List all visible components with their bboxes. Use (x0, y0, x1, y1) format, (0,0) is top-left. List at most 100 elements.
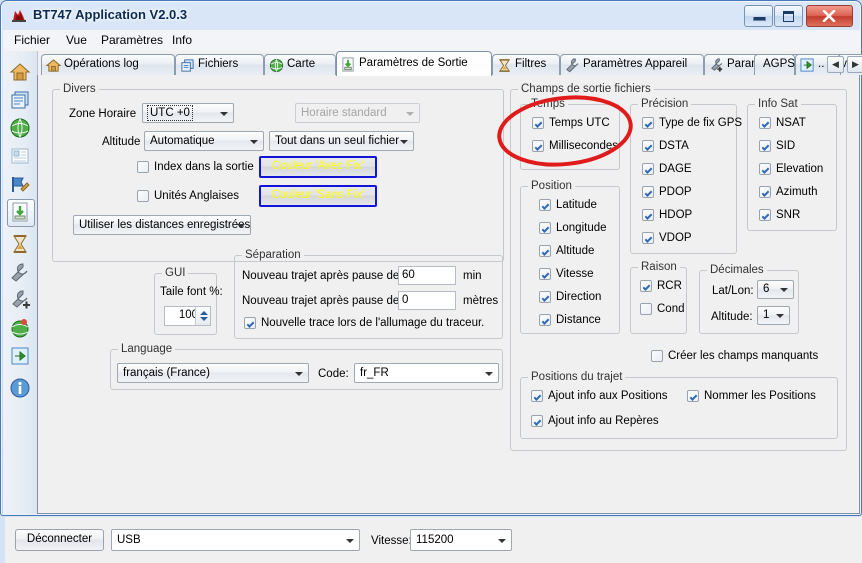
group-champs-title: Champs de sortie fichiers (518, 83, 654, 95)
speed-combo[interactable]: 115200 (410, 529, 512, 551)
checkbox-box (687, 390, 699, 402)
checkbox-label: Ajout info au Repères (548, 415, 659, 427)
font-size-spinner[interactable]: 100 (164, 306, 211, 326)
horaire-standard-combo: Horaire standard (295, 103, 420, 123)
rail-wrench-plus-icon[interactable] (9, 289, 31, 311)
chevron-down-icon (498, 539, 506, 543)
checkbox-box (539, 268, 551, 280)
disconnect-button[interactable]: Déconnecter (15, 529, 104, 551)
chevron-left-icon: ◀ (832, 59, 839, 69)
menu-vue[interactable]: Vue (61, 33, 92, 48)
rail-hourglass-icon[interactable] (9, 233, 31, 255)
maximize-button[interactable] (774, 5, 803, 27)
tab-agps[interactable]: AGPS (754, 54, 795, 75)
checkbox-label: Distance (556, 314, 601, 326)
spinner-buttons[interactable] (195, 307, 210, 325)
checkbox-box (759, 209, 771, 221)
menu-fichier[interactable]: Fichier (9, 33, 55, 48)
tab-label: Paramètres Appareil (583, 58, 688, 70)
rail-export-arrow-icon[interactable] (9, 345, 31, 367)
minimize-button[interactable] (744, 5, 773, 27)
rail-report-icon[interactable] (9, 145, 31, 167)
checkbox-box (651, 350, 663, 362)
tab-parametres-de-sortie[interactable]: Paramètres de Sortie (336, 51, 492, 76)
tab-label: AGPS (763, 58, 795, 70)
menu-info[interactable]: Info (167, 33, 197, 48)
tab-label: Filtres (515, 58, 547, 70)
chevron-down-icon (776, 314, 784, 318)
altitude-combo[interactable]: Automatique (144, 131, 264, 151)
checkbox-label: SID (776, 140, 796, 152)
tab-label: Fichiers (198, 58, 239, 70)
wrench-plus-icon (711, 58, 723, 72)
rail-files-icon[interactable] (9, 89, 31, 111)
checkbox-label: DSTA (659, 140, 689, 152)
speed-value: 115200 (416, 534, 454, 546)
rail-agps-globe-icon[interactable] (9, 317, 31, 339)
tab-label: Opérations log (64, 58, 139, 70)
label-pause-metres: Nouveau trajet après pause de (242, 295, 400, 307)
tab-parametres-appareil[interactable]: Paramètres Appareil (560, 54, 704, 75)
group-language-title: Language (118, 343, 176, 355)
checkbox-box (137, 190, 149, 202)
rail-flag-edit-icon[interactable] (9, 173, 31, 195)
latlon-decimals-combo[interactable]: 6 (757, 280, 794, 299)
checkbox-label: Vitesse (556, 268, 594, 280)
icon-rail (3, 51, 38, 514)
tab-fichiers[interactable]: Fichiers (175, 54, 264, 75)
tab-carte[interactable]: Carte (264, 54, 336, 75)
rail-wrench-icon[interactable] (9, 261, 31, 283)
rail-output-settings-icon[interactable] (7, 199, 35, 227)
code-value: fr_FR (360, 367, 389, 379)
checkbox-box (640, 303, 652, 315)
distances-combo[interactable]: Utiliser les distances enregistrées (73, 215, 251, 235)
checkbox-box (532, 117, 544, 129)
client-area: Opérations log Fichiers Carte Paramètres… (3, 51, 862, 563)
checkbox-box (244, 317, 256, 329)
couleur-sans-fix-button[interactable]: Couleur 'Sans Fix' (259, 185, 377, 207)
checkbox-label: Créer les champs manquants (668, 350, 819, 362)
checkbox-label: Nouvelle trace lors de l'allumage du tra… (261, 317, 485, 329)
code-combo[interactable]: fr_FR (354, 363, 499, 383)
close-button[interactable] (806, 5, 853, 27)
pause-min-input[interactable]: 60 (398, 266, 456, 285)
checkbox-box (531, 415, 543, 427)
tab-filtres[interactable]: Filtres (492, 54, 560, 75)
language-combo[interactable]: français (France) (117, 363, 309, 383)
checkbox-label: VDOP (659, 232, 692, 244)
home-icon (46, 59, 61, 72)
window-title: BT747 Application V2.0.3 (33, 7, 188, 22)
group-divers: Divers Zone Horaire UTC +0 Horaire stand… (52, 83, 504, 262)
zone-horaire-combo[interactable]: UTC +0 (142, 103, 234, 123)
altitude-value: Automatique (150, 135, 215, 147)
tab-operations-log[interactable]: Opérations log (41, 54, 175, 75)
checkbox-box (759, 186, 771, 198)
rail-info-icon[interactable] (9, 377, 31, 399)
checkbox-label: Altitude (556, 245, 595, 257)
tab-scroll-right-button[interactable]: ▶ (847, 56, 862, 73)
chevron-down-icon (250, 140, 258, 144)
spinner-up-icon[interactable] (200, 311, 208, 315)
spinner-down-icon[interactable] (200, 317, 208, 321)
checkbox-label: SNR (776, 209, 801, 221)
port-combo[interactable]: USB (111, 529, 360, 551)
file-mode-combo[interactable]: Tout dans un seul fichier (269, 131, 414, 151)
menu-parametres[interactable]: Paramètres (96, 33, 168, 48)
tab-scroll-left-button[interactable]: ◀ (827, 56, 844, 73)
bottom-bar: Déconnecter USB Vitesse: 115200 (5, 517, 862, 563)
rail-home-icon[interactable] (9, 61, 31, 83)
rail-globe-icon[interactable] (9, 117, 31, 139)
chevron-down-icon (485, 372, 493, 376)
altitude-decimals-combo[interactable]: 1 (757, 306, 790, 325)
label-taille-font: Taile font %: (160, 286, 223, 298)
group-position: Position Latitude Longitude Altitude Vit… (520, 180, 620, 334)
checkbox-label: Azimuth (776, 186, 818, 198)
couleur-avec-fix-button[interactable]: Couleur 'Avec Fix' (259, 156, 377, 178)
app-icon (12, 10, 26, 22)
disconnect-label: Déconnecter (26, 533, 93, 545)
chevron-down-icon (237, 224, 245, 228)
checkbox-box (642, 140, 654, 152)
group-divers-title: Divers (60, 83, 99, 95)
checkbox-label: Latitude (556, 199, 597, 211)
pause-metres-input[interactable]: 0 (398, 291, 456, 310)
